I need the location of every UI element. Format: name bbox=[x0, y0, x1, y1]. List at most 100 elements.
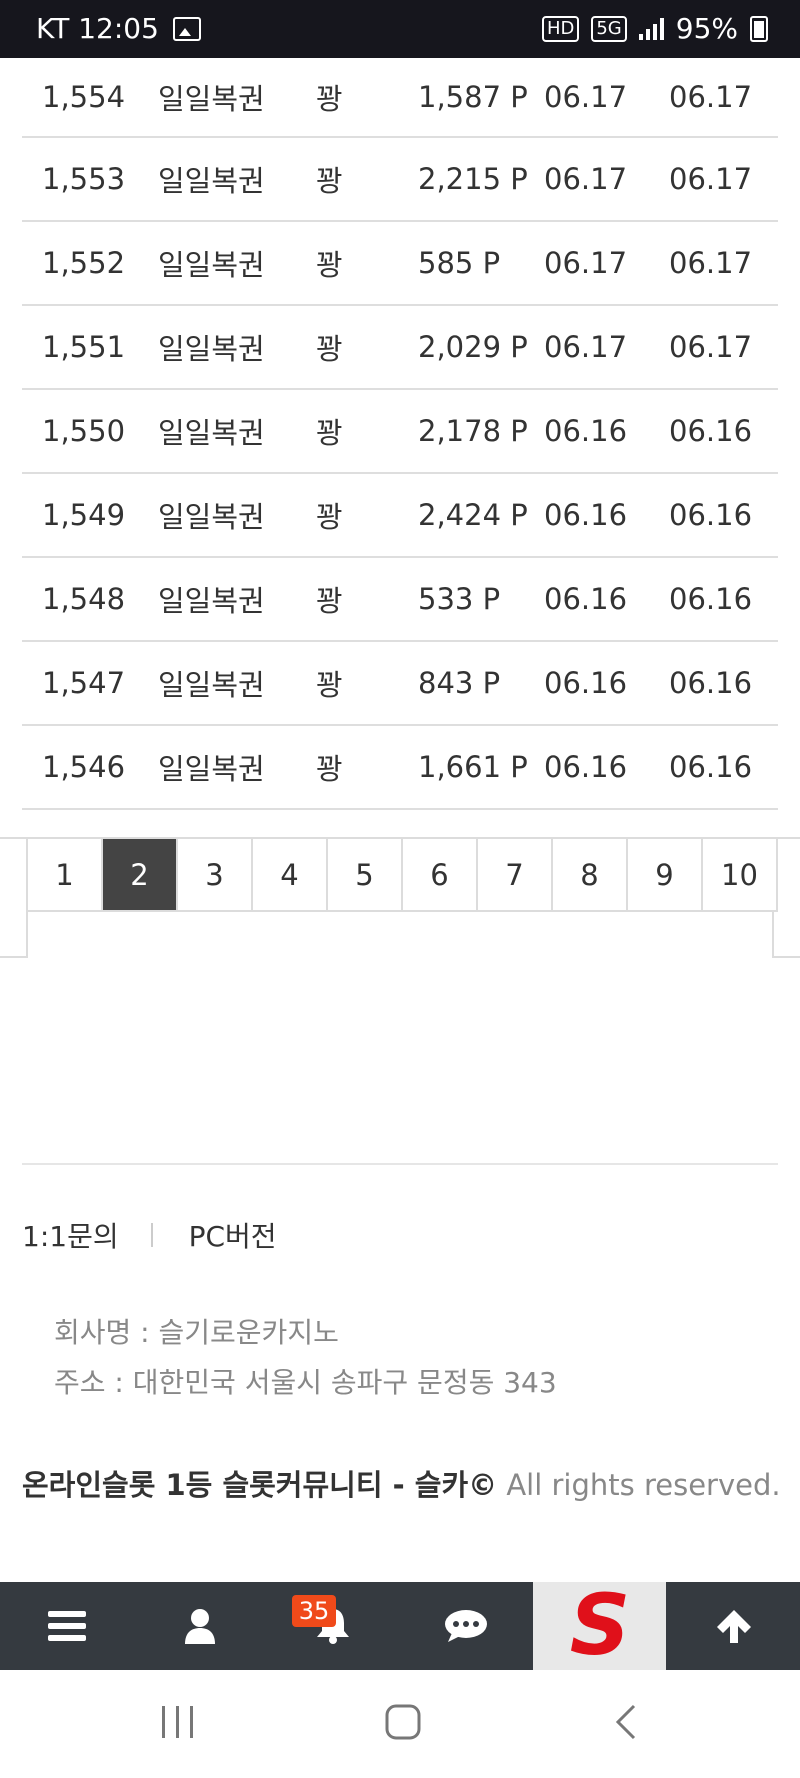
company-address: 주소 : 대한민국 서울시 송파구 문정동 343 bbox=[54, 1366, 557, 1399]
page-button-5[interactable]: 5 bbox=[328, 839, 403, 912]
recent-apps-icon[interactable] bbox=[160, 1704, 196, 1740]
table-row[interactable]: 1,550 일일복권 꽝 2,178 P 06.16 06.16 bbox=[22, 390, 778, 474]
chat-button[interactable] bbox=[399, 1582, 532, 1670]
company-name: 회사명 : 슬기로운카지노 bbox=[54, 1316, 339, 1349]
cell-date1: 06.17 bbox=[544, 80, 628, 114]
footer-divider bbox=[22, 1163, 778, 1165]
cell-num: 1,554 bbox=[42, 80, 126, 114]
battery-percent: 95% bbox=[675, 12, 738, 45]
cell-date2: 06.16 bbox=[669, 498, 753, 532]
page-button-3[interactable]: 3 bbox=[178, 839, 253, 912]
cell-date1: 06.17 bbox=[544, 162, 628, 196]
cell-date1: 06.16 bbox=[544, 582, 628, 616]
cell-author: 꽝 bbox=[316, 500, 343, 534]
cell-type: 일일복권 bbox=[158, 416, 265, 450]
cell-points: 1,587 P bbox=[418, 80, 528, 114]
svg-text:S: S bbox=[569, 1588, 630, 1664]
cell-date2: 06.17 bbox=[669, 246, 753, 280]
table-row[interactable]: 1,547 일일복권 꽝 843 P 06.16 06.16 bbox=[22, 642, 778, 726]
user-icon bbox=[184, 1609, 215, 1644]
pc-version-link[interactable]: PC버전 bbox=[189, 1215, 277, 1255]
cell-date1: 06.16 bbox=[544, 666, 628, 700]
cell-date2: 06.17 bbox=[669, 330, 753, 364]
cell-type: 일일복권 bbox=[158, 164, 265, 198]
cell-points: 585 P bbox=[418, 246, 501, 280]
table-row[interactable]: 1,554 일일복권 꽝 1,587 P 06.17 06.17 bbox=[22, 58, 778, 138]
cell-type: 일일복권 bbox=[158, 500, 265, 534]
site-logo: S bbox=[569, 1588, 630, 1664]
cell-date2: 06.17 bbox=[669, 80, 753, 114]
cell-author: 꽝 bbox=[316, 668, 343, 702]
cell-points: 2,215 P bbox=[418, 162, 528, 196]
table-row[interactable]: 1,548 일일복권 꽝 533 P 06.16 06.16 bbox=[22, 558, 778, 642]
cell-points: 2,178 P bbox=[418, 414, 528, 448]
scroll-top-button[interactable] bbox=[667, 1582, 800, 1670]
table-row[interactable]: 1,546 일일복권 꽝 1,661 P 06.16 06.16 bbox=[22, 726, 778, 810]
status-bar: KT 12:05 HD 5G 95% bbox=[0, 0, 800, 58]
cell-date1: 06.16 bbox=[544, 498, 628, 532]
page-button-10[interactable]: 10 bbox=[703, 839, 778, 912]
cell-date2: 06.17 bbox=[669, 162, 753, 196]
cell-date2: 06.16 bbox=[669, 582, 753, 616]
inquiry-link[interactable]: 1:1문의 bbox=[22, 1215, 119, 1255]
cell-num: 1,552 bbox=[42, 246, 126, 280]
cell-type: 일일복권 bbox=[158, 248, 265, 282]
page-button-8[interactable]: 8 bbox=[553, 839, 628, 912]
cell-num: 1,549 bbox=[42, 498, 126, 532]
cell-points: 2,029 P bbox=[418, 330, 528, 364]
page-button-4[interactable]: 4 bbox=[253, 839, 328, 912]
carrier-time: KT 12:05 bbox=[36, 12, 159, 45]
hd-icon: HD bbox=[541, 15, 580, 42]
cell-date1: 06.16 bbox=[544, 414, 628, 448]
footer-links: 1:1문의 PC버전 bbox=[22, 1215, 277, 1255]
chat-icon bbox=[444, 1610, 487, 1642]
cell-author: 꽝 bbox=[316, 82, 343, 116]
cell-date2: 06.16 bbox=[669, 414, 753, 448]
cell-author: 꽝 bbox=[316, 584, 343, 618]
cell-author: 꽝 bbox=[316, 416, 343, 450]
back-icon[interactable] bbox=[614, 1704, 638, 1740]
pagination-frame-right bbox=[772, 912, 800, 958]
cell-points: 2,424 P bbox=[418, 498, 528, 532]
page-button-1[interactable]: 1 bbox=[26, 839, 103, 912]
cell-type: 일일복권 bbox=[158, 332, 265, 366]
cell-num: 1,548 bbox=[42, 582, 126, 616]
cell-author: 꽝 bbox=[316, 332, 343, 366]
cell-date2: 06.16 bbox=[669, 750, 753, 784]
table-row[interactable]: 1,553 일일복권 꽝 2,215 P 06.17 06.17 bbox=[22, 138, 778, 222]
cell-num: 1,553 bbox=[42, 162, 126, 196]
cell-type: 일일복권 bbox=[158, 668, 265, 702]
copyright: 온라인슬롯 1등 슬롯커뮤니티 - 슬카© All rights reserve… bbox=[22, 1462, 781, 1504]
link-separator bbox=[150, 1223, 153, 1247]
cell-author: 꽝 bbox=[316, 164, 343, 198]
cell-type: 일일복권 bbox=[158, 752, 265, 786]
arrow-up-icon bbox=[716, 1610, 751, 1643]
page-button-6[interactable]: 6 bbox=[403, 839, 478, 912]
user-button[interactable] bbox=[133, 1582, 266, 1670]
cell-date1: 06.16 bbox=[544, 750, 628, 784]
cell-num: 1,547 bbox=[42, 666, 126, 700]
cell-num: 1,550 bbox=[42, 414, 126, 448]
cell-points: 1,661 P bbox=[418, 750, 528, 784]
system-nav-bar bbox=[0, 1670, 800, 1778]
points-table: 1,554 일일복권 꽝 1,587 P 06.17 06.17 1,553 일일복권 꽝 2,2… bbox=[22, 58, 778, 810]
pagination: 1 2 3 4 5 6 7 8 9 10 bbox=[26, 839, 778, 912]
table-row[interactable]: 1,549 일일복권 꽝 2,424 P 06.16 06.16 bbox=[22, 474, 778, 558]
battery-icon bbox=[750, 15, 768, 42]
menu-icon bbox=[47, 1611, 86, 1641]
page-button-9[interactable]: 9 bbox=[628, 839, 703, 912]
page-button-7[interactable]: 7 bbox=[478, 839, 553, 912]
menu-button[interactable] bbox=[0, 1582, 133, 1670]
cell-date1: 06.17 bbox=[544, 330, 628, 364]
cell-type: 일일복권 bbox=[158, 82, 265, 116]
signal-icon bbox=[638, 17, 664, 40]
cell-author: 꽝 bbox=[316, 752, 343, 786]
pagination-frame-left bbox=[0, 912, 28, 958]
home-logo-button[interactable]: S bbox=[533, 1582, 666, 1670]
table-row[interactable]: 1,551 일일복권 꽝 2,029 P 06.17 06.17 bbox=[22, 306, 778, 390]
cell-points: 533 P bbox=[418, 582, 501, 616]
page-button-2[interactable]: 2 bbox=[103, 839, 178, 912]
cell-points: 843 P bbox=[418, 666, 501, 700]
table-row[interactable]: 1,552 일일복권 꽝 585 P 06.17 06.17 bbox=[22, 222, 778, 306]
home-icon[interactable] bbox=[384, 1703, 422, 1741]
